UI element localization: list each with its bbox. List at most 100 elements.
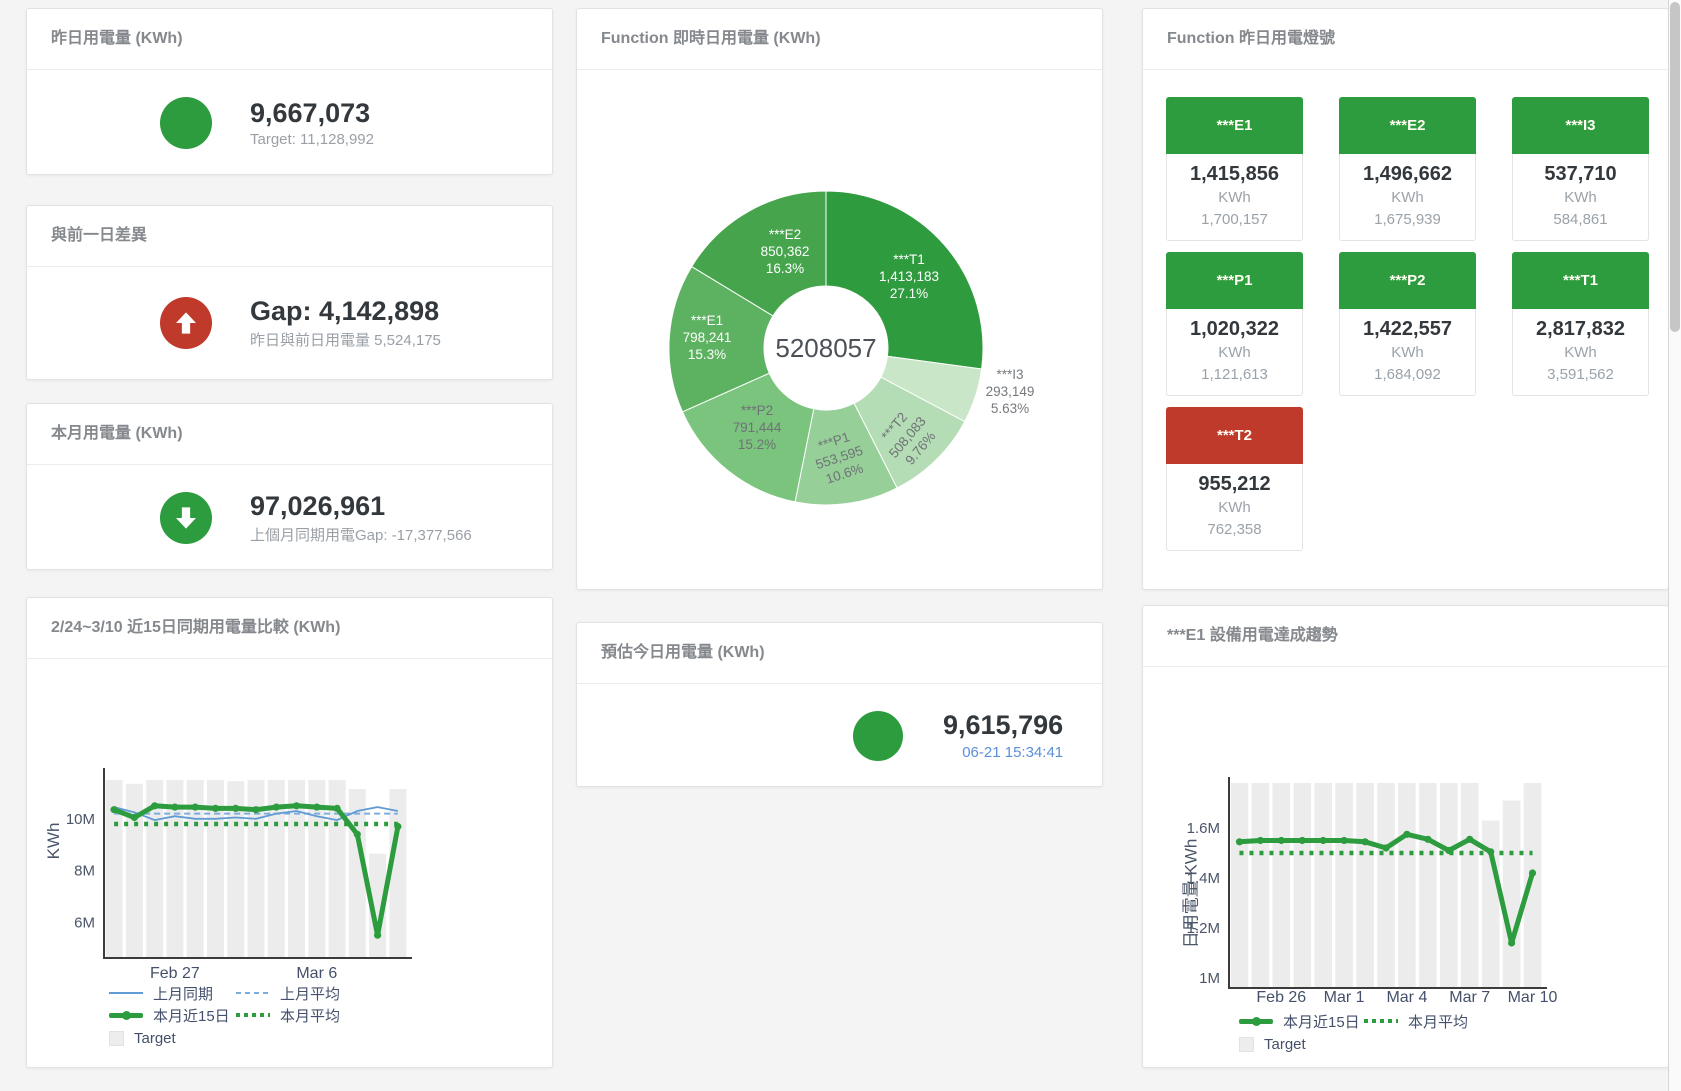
svg-text:1M: 1M <box>1199 970 1220 987</box>
tile-target: 584,861 <box>1513 209 1648 231</box>
legend-item[interactable]: 上月同期 <box>109 984 213 1002</box>
tile-unit: KWh <box>1167 342 1302 364</box>
status-tile-p1: ***P11,020,322KWh1,121,613 <box>1166 252 1303 396</box>
line-blue-swatch-icon <box>109 992 143 994</box>
tile-value: 1,415,856 <box>1167 161 1302 187</box>
svg-text:850,362: 850,362 <box>761 244 810 259</box>
tile-value: 537,710 <box>1513 161 1648 187</box>
legend-item[interactable]: 本月平均 <box>236 1006 340 1024</box>
svg-text:Feb 26: Feb 26 <box>1256 989 1306 1006</box>
svg-text:Feb 27: Feb 27 <box>150 965 200 982</box>
tile-target: 1,684,092 <box>1340 364 1475 386</box>
status-tile-p2: ***P21,422,557KWh1,684,092 <box>1339 252 1476 396</box>
svg-text:798,241: 798,241 <box>683 330 732 345</box>
tile-unit: KWh <box>1513 187 1648 209</box>
status-tile-i3: ***I3 537,710KWh584,861 <box>1512 97 1649 241</box>
legend-label: Target <box>1264 1036 1306 1053</box>
box-gray-swatch-icon <box>1239 1037 1254 1052</box>
tile-label: ***E1 <box>1166 97 1303 154</box>
legend-label: 上月同期 <box>153 983 213 1004</box>
metric-value: 9,615,796 <box>943 710 1063 741</box>
metric-value: 9,667,073 <box>250 98 374 129</box>
compare-chart-svg: 6M8M10MFeb 27Mar 6 <box>27 658 554 1008</box>
metric-timestamp: 06-21 15:34:41 <box>943 744 1063 761</box>
panel-yesterday-usage: 昨日用電量 (KWh) 9,667,073 Target: 11,128,992 <box>26 8 553 175</box>
tile-target: 1,121,613 <box>1167 364 1302 386</box>
panel-title: Function 昨日用電燈號 <box>1143 9 1668 70</box>
panel-title: ***E1 設備用電達成趨勢 <box>1143 606 1668 667</box>
legend-item[interactable]: 本月平均 <box>1364 1012 1468 1030</box>
svg-text:Mar 6: Mar 6 <box>296 965 337 982</box>
metric-value: Gap: 4,142,898 <box>250 296 441 327</box>
box-gray-swatch-icon <box>109 1031 124 1046</box>
panel-realtime-donut: Function 即時日用電量 (KWh) ***T11,413,18327.1… <box>576 8 1103 590</box>
legend-label: Target <box>134 1030 176 1047</box>
svg-text:1,413,183: 1,413,183 <box>879 269 939 284</box>
vertical-scrollbar-thumb[interactable] <box>1670 2 1680 332</box>
tile-target: 1,700,157 <box>1167 209 1302 231</box>
svg-text:1.2M: 1.2M <box>1187 920 1220 937</box>
svg-text:1.6M: 1.6M <box>1187 820 1220 837</box>
svg-text:***T1: ***T1 <box>893 252 925 267</box>
dot-green-swatch-icon <box>1364 1019 1398 1023</box>
legend-item[interactable]: Target <box>1239 1035 1306 1053</box>
e1-trend-chart-svg: 1M1.2M1.4M1.6MFeb 26Mar 1Mar 4Mar 7Mar 1… <box>1143 666 1670 1036</box>
donut-slice-label: ***I3293,1495.63% <box>986 367 1035 416</box>
lights-tiles: ***E11,415,856KWh1,700,157***E21,496,662… <box>1166 97 1668 551</box>
legend-label: 本月平均 <box>1408 1011 1468 1032</box>
svg-text:10M: 10M <box>66 811 95 828</box>
panel-today-estimate: 預估今日用電量 (KWh) 9,615,796 06-21 15:34:41 <box>576 622 1103 787</box>
status-tile-t1: ***T12,817,832KWh3,591,562 <box>1512 252 1649 396</box>
legend-label: 上月平均 <box>280 983 340 1004</box>
tile-target: 1,675,939 <box>1340 209 1475 231</box>
vertical-scrollbar-track[interactable] <box>1668 0 1681 1091</box>
panel-title: 昨日用電量 (KWh) <box>27 9 552 70</box>
svg-text:***I3: ***I3 <box>996 367 1023 382</box>
dash-blue-swatch-icon <box>236 992 270 994</box>
legend-label: 本月近15日 <box>1283 1011 1360 1032</box>
metric-subtitle: 昨日與前日用電量 5,524,175 <box>250 329 441 350</box>
tile-unit: KWh <box>1513 342 1648 364</box>
tile-unit: KWh <box>1167 187 1302 209</box>
tile-label: ***T1 <box>1512 252 1649 309</box>
metric-value: 97,026,961 <box>250 491 472 522</box>
status-circle-icon <box>160 97 212 149</box>
status-circle-icon <box>853 711 903 761</box>
tile-target: 3,591,562 <box>1513 364 1648 386</box>
svg-text:791,444: 791,444 <box>733 420 782 435</box>
svg-text:Mar 7: Mar 7 <box>1449 989 1490 1006</box>
svg-text:Mar 1: Mar 1 <box>1324 989 1365 1006</box>
metric-target: Target: 11,128,992 <box>250 131 374 148</box>
tile-value: 1,020,322 <box>1167 316 1302 342</box>
tile-value: 1,422,557 <box>1340 316 1475 342</box>
dot-green-swatch-icon <box>236 1013 270 1017</box>
tile-label: ***E2 <box>1339 97 1476 154</box>
svg-text:16.3%: 16.3% <box>766 261 804 276</box>
svg-text:***P2: ***P2 <box>741 403 773 418</box>
panel-compare-15day-chart: 2/24~3/10 近15日同期用電量比較 (KWh) KWh 6M8M10MF… <box>26 597 553 1068</box>
svg-text:***E2: ***E2 <box>769 227 801 242</box>
arrow-up-icon <box>160 297 212 349</box>
legend-item[interactable]: Target <box>109 1029 176 1047</box>
legend-item[interactable]: 本月近15日 <box>109 1006 230 1024</box>
svg-text:8M: 8M <box>74 863 95 880</box>
panel-title: 本月用電量 (KWh) <box>27 404 552 465</box>
tile-label: ***I3 <box>1512 97 1649 154</box>
arrow-down-icon <box>160 492 212 544</box>
svg-text:***E1: ***E1 <box>691 313 723 328</box>
tile-target: 762,358 <box>1167 519 1302 541</box>
tile-unit: KWh <box>1340 187 1475 209</box>
tile-label: ***T2 <box>1166 407 1303 464</box>
legend-item[interactable]: 本月近15日 <box>1239 1012 1360 1030</box>
svg-text:1.4M: 1.4M <box>1187 870 1220 887</box>
tile-unit: KWh <box>1167 497 1302 519</box>
donut-chart-svg: ***T11,413,18327.1%***I3293,1495.63%***T… <box>577 69 1104 590</box>
svg-text:15.3%: 15.3% <box>688 347 726 362</box>
svg-text:15.2%: 15.2% <box>738 437 776 452</box>
legend-item[interactable]: 上月平均 <box>236 984 340 1002</box>
legend-label: 本月近15日 <box>153 1005 230 1026</box>
tile-value: 955,212 <box>1167 471 1302 497</box>
donut-center-total: 5208057 <box>775 333 876 363</box>
svg-text:Mar 4: Mar 4 <box>1386 989 1427 1006</box>
tile-value: 1,496,662 <box>1340 161 1475 187</box>
